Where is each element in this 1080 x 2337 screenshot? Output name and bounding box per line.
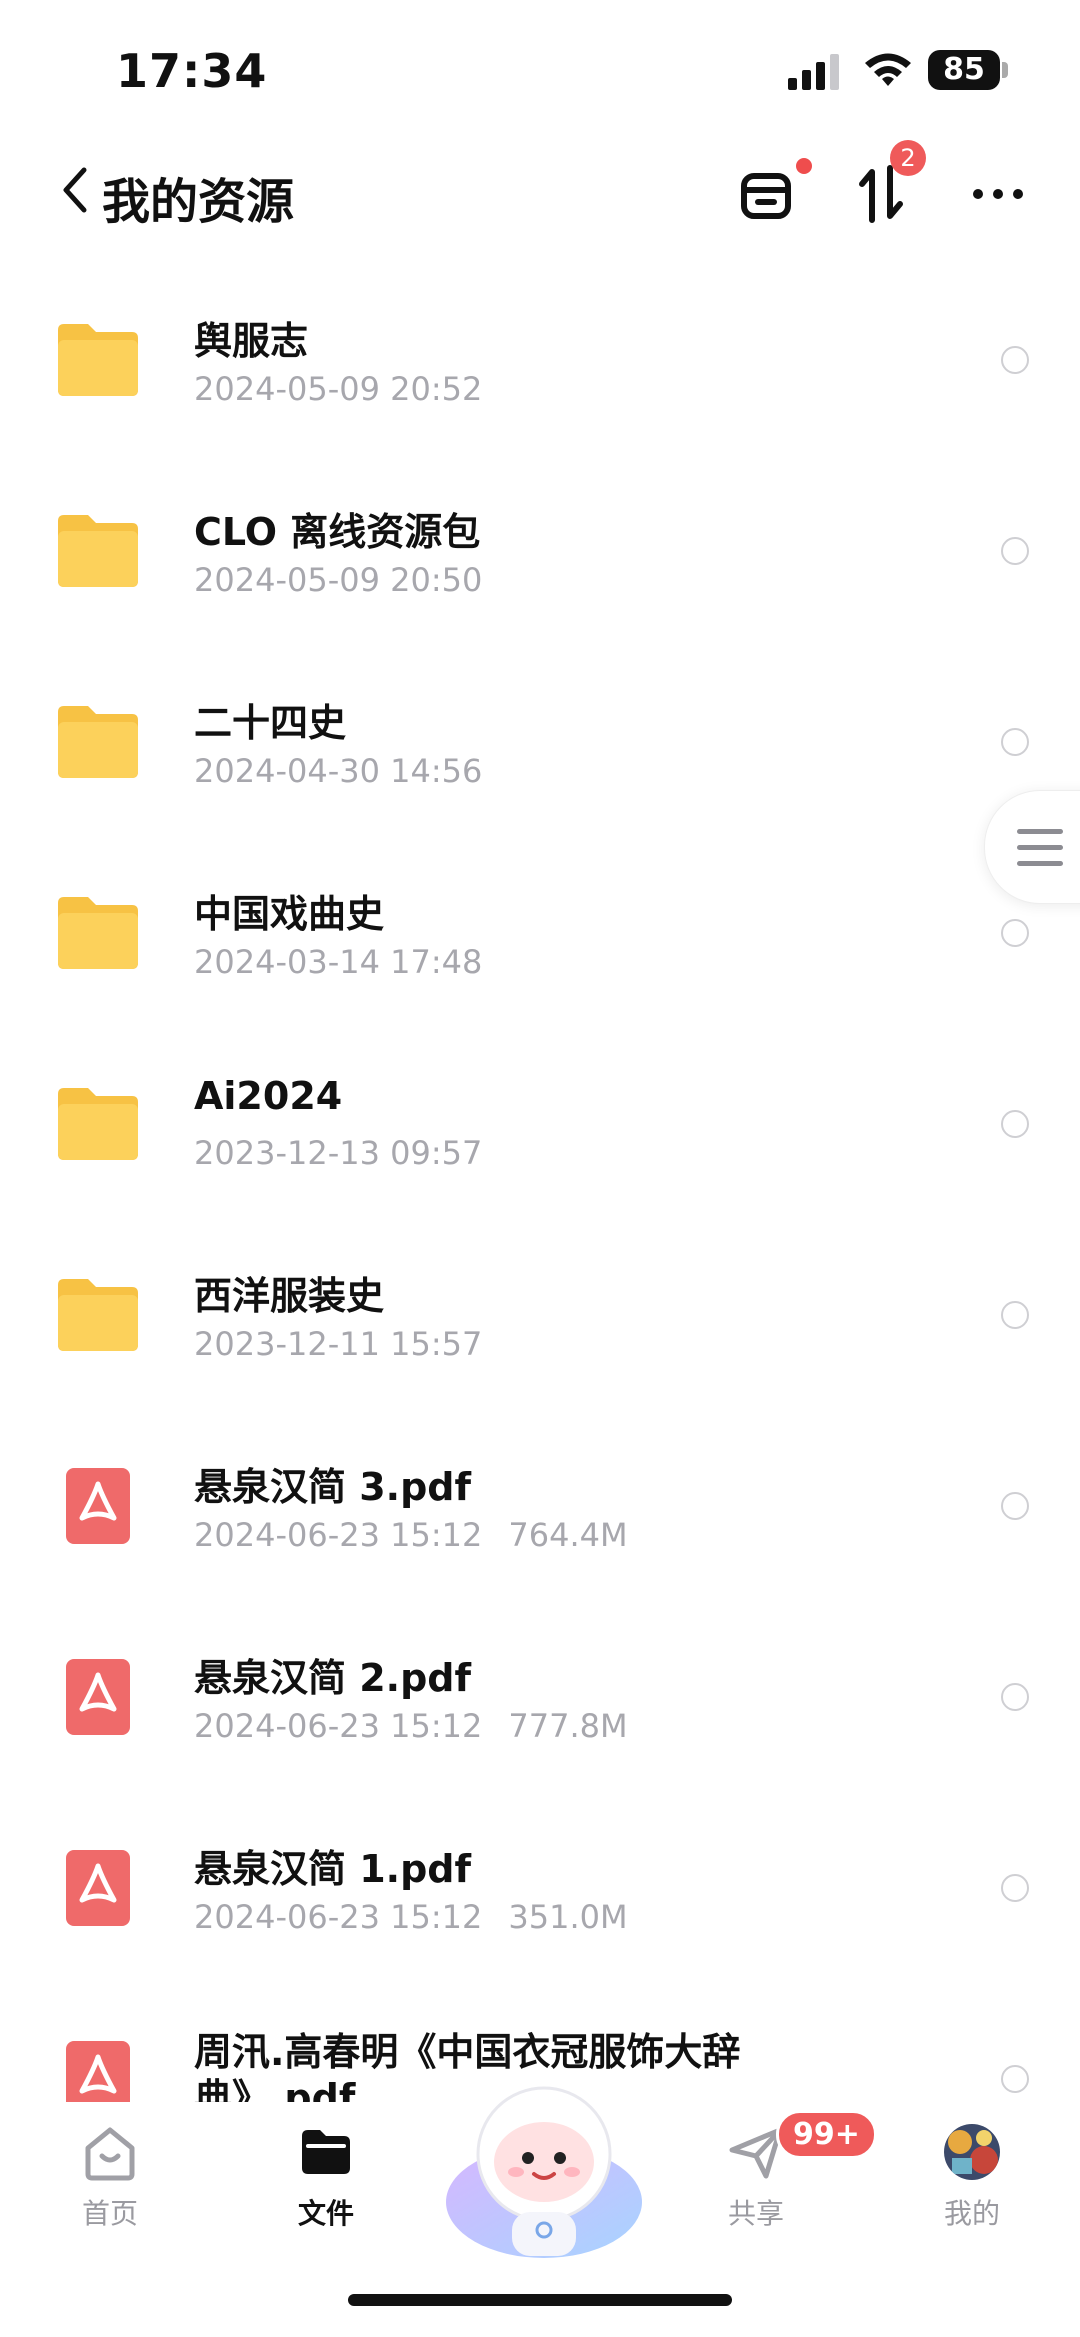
file-meta: 2023-12-13 09:57 xyxy=(194,1134,482,1172)
status-bar: 17:34 85 xyxy=(0,0,1080,140)
select-checkbox[interactable] xyxy=(1001,1683,1029,1711)
nav-home[interactable]: 首页 xyxy=(40,2122,180,2252)
file-size: 777.8M xyxy=(508,1707,628,1745)
more-options-icon[interactable] xyxy=(966,158,1036,228)
pdf-file-icon xyxy=(66,1850,130,1926)
file-meta: 2024-06-23 15:12 764.4M xyxy=(194,1516,628,1554)
file-meta: 2024-06-23 15:12 351.0M xyxy=(194,1898,628,1936)
file-name: 悬泉汉简 1.pdf xyxy=(194,1847,472,1891)
list-item[interactable]: 舆服志 2024-05-09 20:52 xyxy=(0,276,1080,466)
status-time: 17:34 xyxy=(116,44,268,98)
file-size: 764.4M xyxy=(508,1516,628,1554)
nav-home-label: 首页 xyxy=(81,2197,138,2230)
nav-files-label: 文件 xyxy=(297,2197,354,2230)
folder-icon xyxy=(58,706,138,778)
folder-filled-icon xyxy=(302,2130,350,2174)
share-count-badge: 99+ xyxy=(776,2110,877,2159)
battery-cap xyxy=(1002,62,1008,78)
file-date: 2023-12-11 15:57 xyxy=(194,1325,483,1363)
battery-indicator: 85 xyxy=(928,50,1008,90)
transfer-count-badge: 2 xyxy=(890,140,926,176)
list-item[interactable]: 悬泉汉简 1.pdf 2024-06-23 15:12 351.0M xyxy=(0,1804,1080,1994)
select-checkbox[interactable] xyxy=(1001,537,1029,565)
file-date: 2024-05-09 20:50 xyxy=(194,561,483,599)
select-checkbox[interactable] xyxy=(1001,1301,1029,1329)
file-date: 2024-05-09 20:52 xyxy=(194,370,483,408)
home-icon xyxy=(85,2127,135,2181)
pdf-file-icon xyxy=(66,1659,130,1735)
file-date: 2024-06-23 15:12 xyxy=(194,1898,483,1936)
folder-icon xyxy=(58,897,138,969)
file-name: Ai2024 xyxy=(194,1074,343,1118)
file-meta: 2024-03-14 17:48 xyxy=(194,943,482,981)
file-date: 2024-06-23 15:12 xyxy=(194,1516,483,1554)
wifi-icon xyxy=(865,53,911,86)
select-checkbox[interactable] xyxy=(1001,1492,1029,1520)
file-name: 中国戏曲史 xyxy=(194,892,385,936)
file-list: 舆服志 2024-05-09 20:52 CLO 离线资源包 2024-05-0… xyxy=(0,276,1080,2102)
back-chevron-icon[interactable] xyxy=(56,162,96,218)
file-meta: 2024-06-23 15:12 777.8M xyxy=(194,1707,628,1745)
nav-share-label: 共享 xyxy=(727,2197,784,2230)
list-item[interactable]: 悬泉汉简 2.pdf 2024-06-23 15:12 777.8M xyxy=(0,1613,1080,1803)
cellular-signal-icon xyxy=(788,54,839,90)
list-item[interactable]: Ai2024 2023-12-13 09:57 xyxy=(0,1040,1080,1230)
list-item[interactable]: 悬泉汉简 3.pdf 2024-06-23 15:12 764.4M xyxy=(0,1422,1080,1612)
select-checkbox[interactable] xyxy=(1001,728,1029,756)
file-name: 悬泉汉简 2.pdf xyxy=(194,1656,472,1700)
file-name: 悬泉汉简 3.pdf xyxy=(194,1465,472,1509)
home-indicator xyxy=(348,2294,732,2306)
list-item[interactable]: 二十四史 2024-04-30 14:56 xyxy=(0,658,1080,848)
header: 我的资源 2 xyxy=(0,140,1080,250)
select-checkbox[interactable] xyxy=(1001,2065,1029,2093)
nav-me-label: 我的 xyxy=(943,2197,1000,2230)
pdf-file-icon xyxy=(66,2041,130,2102)
folder-icon xyxy=(58,515,138,587)
list-item[interactable]: 中国戏曲史 2024-03-14 17:48 xyxy=(0,849,1080,1039)
file-name: 西洋服装史 xyxy=(194,1274,385,1318)
file-name: 二十四史 xyxy=(194,701,347,745)
folder-icon xyxy=(58,1088,138,1160)
file-name: CLO 离线资源包 xyxy=(194,510,481,554)
battery-level: 85 xyxy=(928,50,1000,90)
file-date: 2024-03-14 17:48 xyxy=(194,943,483,981)
avatar xyxy=(944,2124,1000,2180)
file-meta: 2023-12-11 15:57 xyxy=(194,1325,482,1363)
select-checkbox[interactable] xyxy=(1001,919,1029,947)
list-item[interactable]: 西洋服装史 2023-12-11 15:57 xyxy=(0,1231,1080,1421)
file-date: 2024-06-23 15:12 xyxy=(194,1707,483,1745)
folder-icon xyxy=(58,324,138,396)
select-checkbox[interactable] xyxy=(1001,1874,1029,1902)
file-name: 舆服志 xyxy=(194,319,309,363)
assistant-mascot-icon[interactable] xyxy=(444,2062,644,2262)
notification-dot xyxy=(796,158,812,174)
pdf-file-icon xyxy=(66,1468,130,1544)
folder-icon xyxy=(58,1279,138,1351)
file-meta: 2024-05-09 20:50 xyxy=(194,561,482,599)
file-date: 2023-12-13 09:57 xyxy=(194,1134,483,1172)
file-date: 2024-04-30 14:56 xyxy=(194,752,483,790)
nav-me[interactable]: 我的 xyxy=(902,2122,1042,2252)
page-title: 我的资源 xyxy=(102,174,295,230)
select-checkbox[interactable] xyxy=(1001,1110,1029,1138)
select-checkbox[interactable] xyxy=(1001,346,1029,374)
file-meta: 2024-04-30 14:56 xyxy=(194,752,482,790)
file-meta: 2024-05-09 20:52 xyxy=(194,370,482,408)
nav-files[interactable]: 文件 xyxy=(256,2122,396,2252)
list-item[interactable]: CLO 离线资源包 2024-05-09 20:50 xyxy=(0,467,1080,657)
file-size: 351.0M xyxy=(508,1898,628,1936)
